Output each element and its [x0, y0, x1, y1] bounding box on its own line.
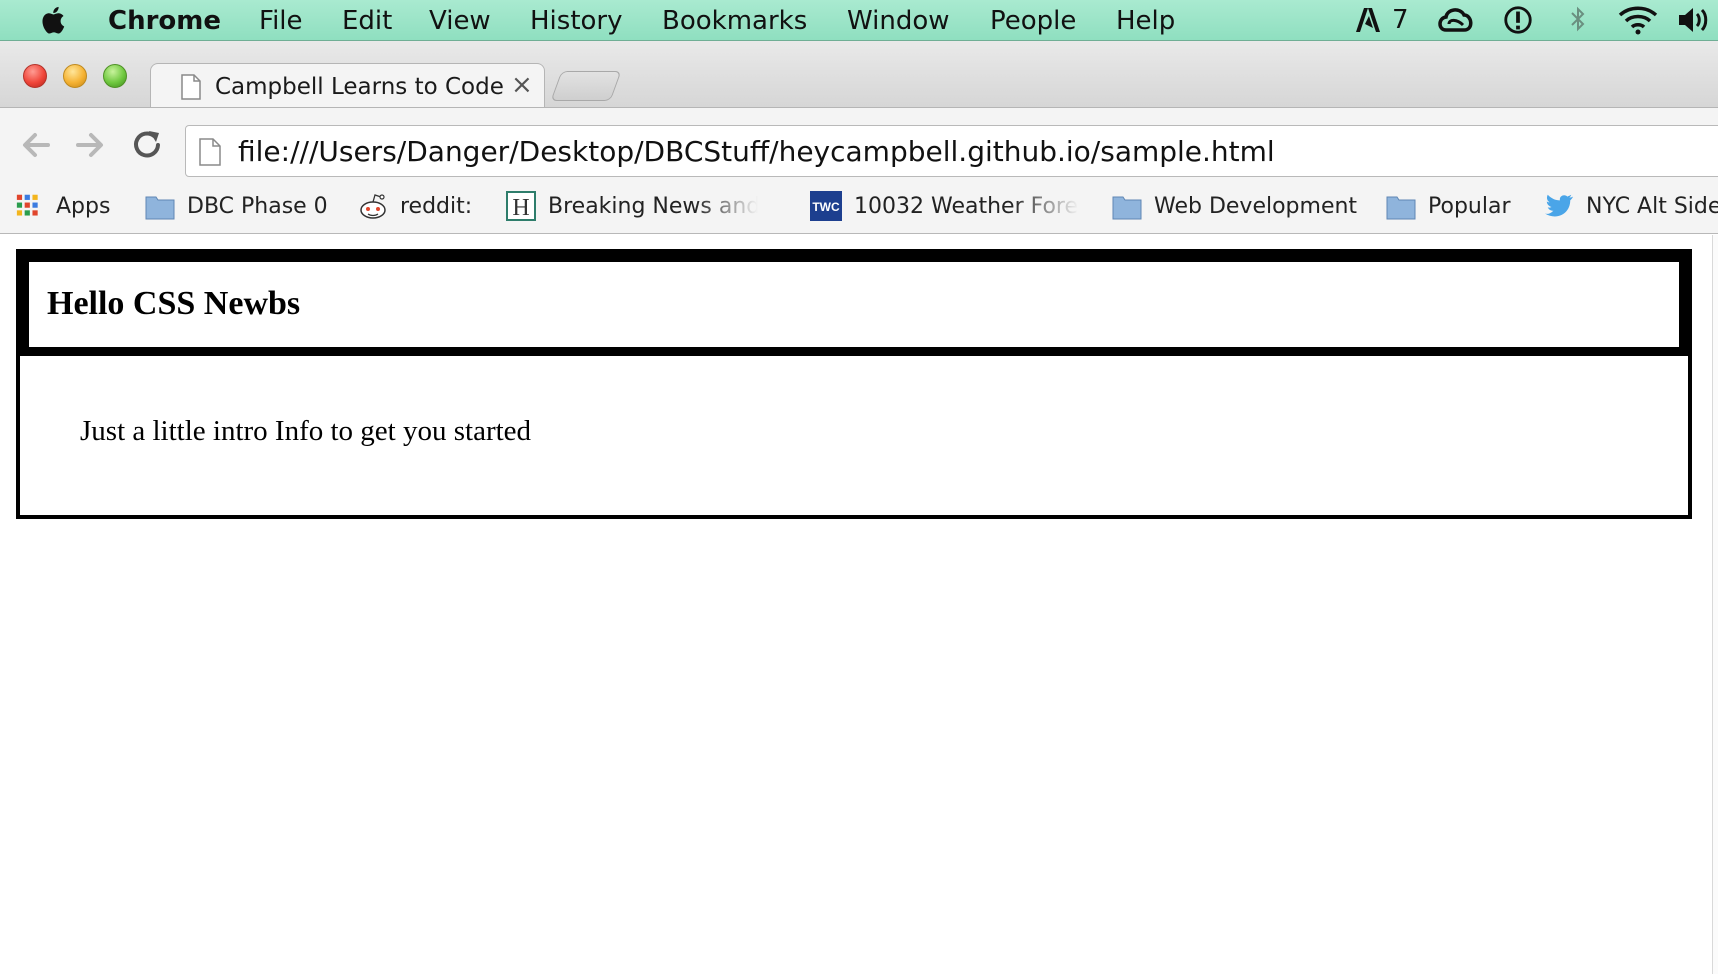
menu-window[interactable]: Window: [847, 5, 950, 37]
bookmark-label: reddit:: [400, 193, 473, 219]
huffpost-icon: H: [506, 191, 536, 221]
wifi-icon[interactable]: [1618, 4, 1658, 36]
page-icon: [199, 138, 221, 166]
folder-icon: [1112, 196, 1142, 220]
window-minimize-button[interactable]: [63, 64, 87, 88]
page-header: Hello CSS Newbs: [20, 253, 1688, 356]
bookmark-label: 10032 Weather Forec: [854, 193, 1079, 219]
svg-text:TWC: TWC: [812, 200, 840, 214]
menu-view[interactable]: View: [429, 5, 491, 37]
menu-history[interactable]: History: [530, 5, 623, 37]
reload-icon[interactable]: [128, 125, 168, 165]
bookmark-reddit[interactable]: reddit:: [358, 190, 472, 222]
bookmarks-bar: Apps DBC Phase 0 reddit: H Breaking News…: [0, 180, 1718, 234]
menu-people[interactable]: People: [990, 5, 1076, 37]
apple-logo-icon[interactable]: [36, 4, 66, 36]
page-intro-text: Just a little intro Info to get you star…: [80, 415, 532, 447]
svg-text:H: H: [512, 195, 529, 221]
bookmark-label: Breaking News and C: [548, 193, 758, 219]
apps-grid-icon: [16, 194, 38, 216]
volume-icon[interactable]: [1677, 4, 1711, 36]
twc-icon: TWC: [810, 191, 842, 221]
bookmark-web-development[interactable]: Web Development: [1112, 190, 1357, 222]
tab-title: Campbell Learns to Code: [215, 74, 504, 100]
page-icon: [181, 74, 201, 100]
bookmark-label: Apps: [56, 193, 111, 219]
window-zoom-button[interactable]: [103, 64, 127, 88]
notification-icon[interactable]: [1500, 4, 1536, 36]
forward-arrow-icon[interactable]: [70, 125, 110, 165]
menu-file[interactable]: File: [259, 5, 303, 37]
menu-bookmarks[interactable]: Bookmarks: [662, 5, 807, 37]
tab-close-icon[interactable]: ×: [511, 70, 533, 100]
back-arrow-icon[interactable]: [16, 125, 56, 165]
bookmark-label: Popular: [1428, 193, 1511, 219]
folder-icon: [1386, 196, 1416, 220]
address-bar[interactable]: file:///Users/Danger/Desktop/DBCStuff/he…: [185, 125, 1718, 177]
bookmark-apps[interactable]: Apps: [16, 190, 110, 222]
menu-edit[interactable]: Edit: [342, 5, 392, 37]
adobe-count: 7: [1392, 5, 1409, 35]
page-heading: Hello CSS Newbs: [47, 285, 301, 322]
mac-menubar: Chrome File Edit View History Bookmarks …: [0, 0, 1718, 41]
twitter-icon: [1544, 194, 1574, 217]
creative-cloud-icon[interactable]: [1436, 4, 1476, 36]
page-viewport: Hello CSS Newbs Just a little intro Info…: [0, 235, 1718, 974]
menu-help[interactable]: Help: [1116, 5, 1175, 37]
browser-toolbar: file:///Users/Danger/Desktop/DBCStuff/he…: [0, 107, 1718, 180]
bookmark-dbc-phase-0[interactable]: DBC Phase 0: [145, 190, 328, 222]
bookmark-weather[interactable]: TWC 10032 Weather Forec: [810, 190, 1079, 222]
window-close-button[interactable]: [23, 64, 47, 88]
bookmark-nyc-alt-side[interactable]: NYC Alt Side: [1544, 190, 1718, 222]
bookmark-breaking-news[interactable]: H Breaking News and C: [506, 190, 758, 222]
url-text[interactable]: file:///Users/Danger/Desktop/DBCStuff/he…: [238, 135, 1275, 168]
bookmark-label: NYC Alt Side: [1586, 193, 1718, 219]
bookmark-popular[interactable]: Popular: [1386, 190, 1511, 222]
tab-active[interactable]: Campbell Learns to Code ×: [150, 63, 545, 109]
tab-strip: Campbell Learns to Code ×: [0, 41, 1718, 109]
bookmark-label: DBC Phase 0: [187, 193, 328, 219]
menu-app-name[interactable]: Chrome: [108, 5, 221, 37]
adobe-icon: [1356, 8, 1380, 32]
new-tab-button[interactable]: [550, 71, 622, 101]
bookmark-label: Web Development: [1154, 193, 1358, 219]
adobe-status[interactable]: 7: [1354, 4, 1409, 36]
page-container: Hello CSS Newbs Just a little intro Info…: [16, 249, 1692, 519]
reddit-icon: [360, 194, 386, 219]
folder-icon: [145, 196, 175, 220]
vertical-scrollbar[interactable]: [1712, 235, 1718, 974]
bluetooth-icon[interactable]: [1568, 4, 1588, 36]
